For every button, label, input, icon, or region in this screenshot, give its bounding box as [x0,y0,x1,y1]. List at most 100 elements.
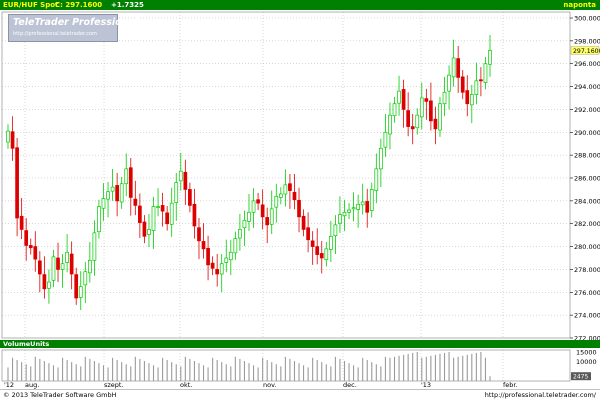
candle-up [110,186,115,192]
candle-up [101,198,106,209]
candlestick-series [6,35,492,310]
candle-up [483,63,488,83]
candle-up [156,206,160,208]
candle-down [28,245,33,249]
volume-tick-label: 10000 [576,358,597,366]
candle-up [369,189,374,211]
candle-up [124,168,129,185]
candle-down [138,205,142,223]
candle-up [251,200,256,213]
x-tick-label: okt. [180,381,192,389]
footer-bar: © 2013 TeleTrader Software GmbH http://p… [0,389,600,401]
candle-up [169,202,174,225]
candle-down [292,191,297,201]
candle-up [328,235,333,250]
volume-last-label: 2475 [573,374,588,381]
candle-up [233,238,238,254]
candle-up [438,103,442,131]
y-tick-label: 292.0000 [574,106,600,114]
y-tick-label: 298.0000 [574,37,600,45]
candle-down [288,183,292,191]
candle-down [265,217,270,226]
x-tick-label: aug. [25,381,39,389]
x-tick-label: nov. [263,381,277,389]
candle-up [219,263,224,275]
candle-up [333,224,338,237]
candle-down [19,215,24,230]
y-tick-label: 284.0000 [574,197,600,205]
candle-down [133,198,138,206]
candle-up [151,206,156,231]
y-tick-label: 282.0000 [574,220,600,228]
y-tick-label: 288.0000 [574,152,600,160]
candle-down [69,253,74,275]
candle-down [433,118,438,130]
price-axis: 300.0000 298.0000 296.0000 294.0000 292.0000… [570,15,600,343]
candle-up [324,248,329,261]
candle-down [260,204,265,218]
candle-down [10,131,15,149]
candle-up [238,229,242,239]
candle-down [306,227,310,241]
candle-down [165,212,170,225]
x-tick-label: szept. [104,381,124,389]
volume-bars [1,349,571,382]
candle-down [42,274,47,290]
candle-down [301,215,306,230]
candle-up [119,183,124,203]
candle-down [210,262,215,269]
candle-up [388,114,392,135]
candle-down [56,257,60,270]
candle-up [51,256,56,281]
y-tick-label: 300.0000 [574,15,600,23]
candle-down [24,230,29,246]
candle-down [115,185,119,202]
x-tick-label: dec. [343,381,357,389]
candle-up [83,271,88,286]
watermark-url: http://professional.teletrader.com [13,31,97,37]
candle-up [47,281,51,289]
candle-up [278,193,283,198]
candle-down [401,89,406,110]
candle-up [351,207,356,210]
candle-up [274,195,279,208]
candle-down [188,189,192,206]
candle-up [474,80,479,95]
candle-up [147,229,151,235]
footer-url[interactable]: http://professional.teletrader.com/ [485,391,596,400]
candle-up [224,257,229,263]
candle-down [128,167,133,198]
candle-down [74,274,79,299]
volume-panel-header: VolumeUnits [0,340,600,348]
y-tick-label: 278.0000 [574,266,600,274]
copyright-text: © 2013 TeleTrader Software GmbH [3,391,117,399]
candle-up [392,103,397,117]
candle-up [178,170,183,182]
candle-down [460,76,465,93]
y-tick-label: 276.0000 [574,289,600,297]
plot-frame [1,11,571,339]
candle-down [297,199,301,218]
volume-axis: 15000 10000 2475 [571,348,597,381]
candle-up [78,286,83,298]
candle-down [201,241,206,250]
candle-down [319,253,324,259]
time-axis: '12 aug. szept. okt. nov. dec. '13 febr. [4,381,518,389]
last-price-label: 297.1600 [573,48,600,55]
candle-down [410,126,415,130]
candle-up [347,209,351,213]
candle-down [183,171,188,190]
candle-down [315,246,320,255]
candle-up [383,131,388,148]
candle-down [206,247,210,266]
candle-down [465,90,470,105]
candle-up [242,219,247,229]
candle-up [338,214,342,224]
candle-up [269,208,274,225]
candle-up [360,201,365,206]
volume-frame [1,349,571,382]
watermark-title: TeleTrader Professional [13,17,139,28]
candle-up [397,90,401,104]
candle-up [6,130,10,143]
y-tick-label: 290.0000 [574,129,600,137]
